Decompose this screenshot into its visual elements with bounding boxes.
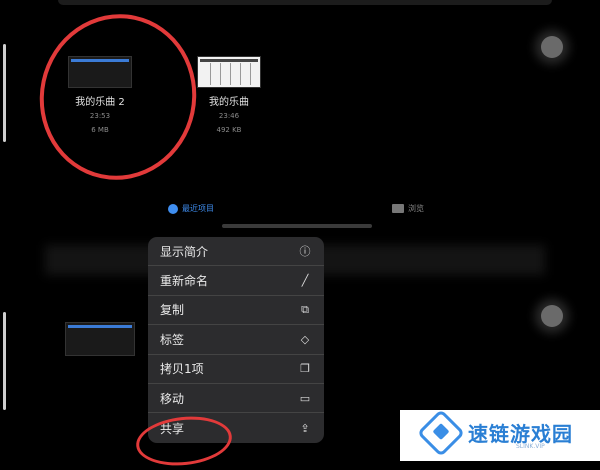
menu-item-duplicate[interactable]: 复制 ⧉ bbox=[148, 296, 324, 326]
watermark-logo-icon bbox=[416, 408, 466, 458]
left-handle-bottom[interactable] bbox=[3, 312, 6, 410]
menu-item-label: 拷贝1项 bbox=[160, 362, 204, 377]
top-bar bbox=[58, 0, 552, 5]
tag-icon: ◇ bbox=[300, 332, 310, 346]
menu-item-label: 显示简介 bbox=[160, 244, 209, 259]
tab-browse-label: 浏览 bbox=[408, 204, 424, 213]
menu-item-copy[interactable]: 拷贝1项 ❐ bbox=[148, 355, 324, 384]
menu-item-move[interactable]: 移动 ▭ bbox=[148, 384, 324, 414]
menu-item-rename[interactable]: 重新命名 ╱ bbox=[148, 266, 324, 296]
file-size: 492 KB bbox=[216, 126, 242, 134]
watermark: 速链游戏园 SLINK.VIP bbox=[400, 408, 600, 461]
tab-recent-label: 最近项目 bbox=[182, 204, 214, 213]
folder-icon bbox=[392, 204, 404, 213]
menu-item-label: 移动 bbox=[160, 391, 185, 406]
assistive-touch-button-top[interactable] bbox=[541, 36, 563, 58]
menu-item-label: 复制 bbox=[160, 303, 185, 318]
menu-item-label: 重新命名 bbox=[160, 274, 209, 289]
pencil-icon: ╱ bbox=[301, 274, 309, 288]
menu-item-label: 标签 bbox=[160, 332, 185, 347]
file-thumbnail bbox=[197, 56, 261, 88]
tab-bar: 最近项目 浏览 bbox=[0, 195, 600, 225]
assistive-touch-button-bottom[interactable] bbox=[541, 305, 563, 327]
tab-browse[interactable]: 浏览 bbox=[392, 203, 424, 214]
share-icon: ⇪ bbox=[300, 421, 310, 435]
menu-item-tags[interactable]: 标签 ◇ bbox=[148, 325, 324, 355]
copy-icon: ❐ bbox=[300, 362, 310, 376]
context-menu: 显示简介 ⓘ 重新命名 ╱ 复制 ⧉ 标签 ◇ 拷贝1项 ❐ 移动 ▭ 共享 ⇪ bbox=[148, 237, 324, 443]
tab-recent[interactable]: 最近项目 bbox=[168, 203, 214, 214]
watermark-site: SLINK.VIP bbox=[516, 443, 545, 450]
file-preview-thumbnail bbox=[65, 322, 135, 356]
info-icon: ⓘ bbox=[299, 245, 311, 259]
duplicate-icon: ⧉ bbox=[301, 302, 309, 316]
menu-item-get-info[interactable]: 显示简介 ⓘ bbox=[148, 237, 324, 267]
clock-icon bbox=[168, 203, 178, 214]
left-handle-top[interactable] bbox=[3, 44, 6, 142]
folder-icon: ▭ bbox=[299, 391, 311, 405]
home-indicator bbox=[222, 224, 372, 228]
annotation-circle bbox=[24, 0, 212, 195]
